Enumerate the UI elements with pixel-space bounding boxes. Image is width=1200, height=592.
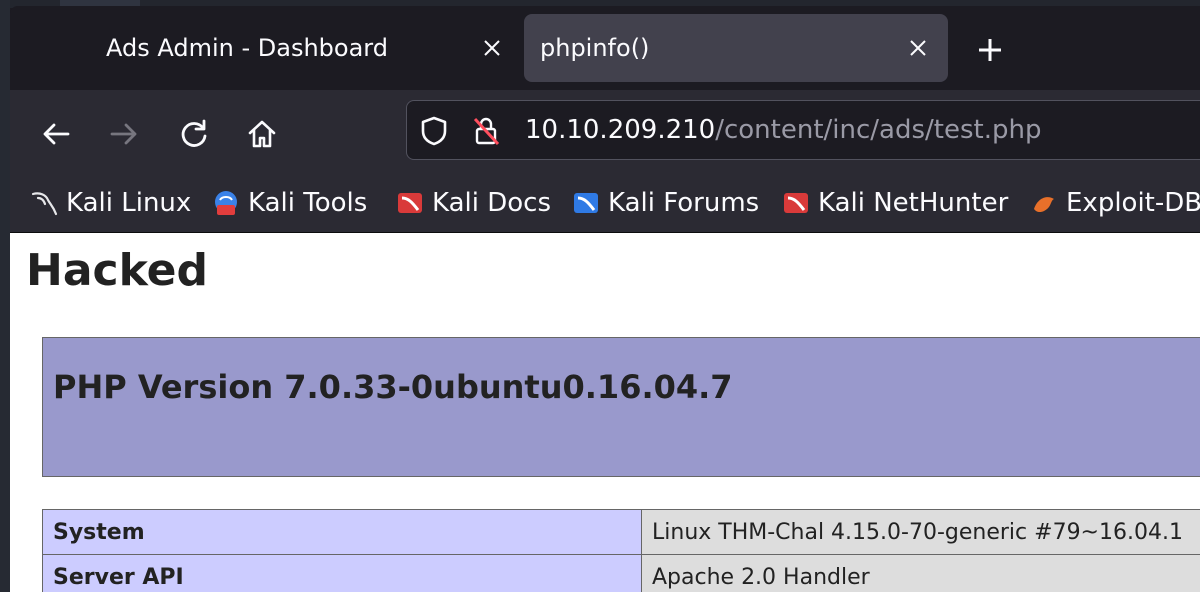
url-path: /content/inc/ads/test.php bbox=[715, 115, 1042, 145]
page-heading: Hacked bbox=[26, 245, 209, 296]
table-key-cell: System bbox=[42, 509, 642, 555]
arrow-left-icon bbox=[43, 123, 70, 145]
bookmark-kali-linux[interactable]: Kali Linux bbox=[30, 184, 191, 222]
desktop-edge bbox=[0, 0, 10, 592]
url-host: 10.10.209.210 bbox=[525, 115, 716, 145]
bookmarks-toolbar: Kali Linux Kali Tools Kali Docs Kali For… bbox=[10, 174, 1200, 233]
tab-phpinfo[interactable]: phpinfo() bbox=[524, 14, 948, 82]
bookmark-exploit-db[interactable]: Exploit-DB bbox=[1030, 184, 1200, 222]
navigation-toolbar: 10.10.209.210/content/inc/ads/test.php bbox=[10, 90, 1200, 174]
table-key-cell: Server API bbox=[42, 554, 642, 592]
bookmark-kali-forums[interactable]: Kali Forums bbox=[572, 184, 759, 222]
insecure-lock-icon[interactable] bbox=[471, 115, 501, 151]
browser-window: Ads Admin - Dashboard phpinfo() 10.10.20… bbox=[10, 6, 1200, 592]
arrow-right-icon bbox=[110, 123, 137, 145]
kali-nethunter-icon bbox=[782, 189, 810, 217]
url-text: 10.10.209.210/content/inc/ads/test.php bbox=[525, 115, 1041, 145]
bookmark-kali-docs[interactable]: Kali Docs bbox=[396, 184, 551, 222]
bookmark-kali-tools[interactable]: Kali Tools bbox=[212, 184, 367, 222]
back-button[interactable] bbox=[34, 112, 78, 156]
exploit-db-icon bbox=[1030, 189, 1058, 217]
reload-icon bbox=[181, 119, 207, 147]
table-row: Server API Apache 2.0 Handler bbox=[42, 554, 1200, 592]
tab-title: phpinfo() bbox=[540, 34, 650, 62]
php-version-header: PHP Version 7.0.33-0ubuntu0.16.04.7 bbox=[42, 337, 1200, 477]
table-value-cell: Apache 2.0 Handler bbox=[641, 554, 1200, 592]
bookmark-label: Exploit-DB bbox=[1066, 188, 1200, 218]
bookmark-label: Kali Tools bbox=[248, 188, 368, 218]
kali-dragon-icon bbox=[30, 189, 58, 217]
bookmark-kali-nethunter[interactable]: Kali NetHunter bbox=[782, 184, 1008, 222]
bookmark-label: Kali NetHunter bbox=[818, 188, 1009, 218]
bookmark-label: Kali Forums bbox=[608, 188, 760, 218]
tracking-protection-shield-icon[interactable] bbox=[419, 115, 449, 151]
home-button[interactable] bbox=[240, 112, 284, 156]
tab-title: Ads Admin - Dashboard bbox=[106, 34, 388, 62]
tab-close-icon[interactable] bbox=[474, 30, 510, 66]
kali-forums-icon bbox=[572, 189, 600, 217]
home-icon bbox=[248, 120, 276, 148]
new-tab-button[interactable] bbox=[970, 30, 1010, 70]
tab-close-icon[interactable] bbox=[900, 30, 936, 66]
forward-button[interactable] bbox=[102, 112, 146, 156]
php-version-title: PHP Version 7.0.33-0ubuntu0.16.04.7 bbox=[53, 368, 733, 406]
kali-docs-icon bbox=[396, 189, 424, 217]
tab-strip: Ads Admin - Dashboard phpinfo() bbox=[10, 6, 1200, 90]
page-content: Hacked PHP Version 7.0.33-0ubuntu0.16.04… bbox=[10, 233, 1200, 592]
tab-ads-admin[interactable]: Ads Admin - Dashboard bbox=[18, 14, 518, 82]
kali-tools-icon bbox=[212, 189, 240, 217]
bookmark-label: Kali Docs bbox=[432, 188, 552, 218]
table-value-cell: Linux THM-Chal 4.15.0-70-generic #79~16.… bbox=[641, 509, 1200, 555]
phpinfo-table: System Linux THM-Chal 4.15.0-70-generic … bbox=[42, 509, 1200, 592]
reload-button[interactable] bbox=[172, 112, 216, 156]
plus-icon bbox=[979, 39, 1001, 61]
url-bar[interactable]: 10.10.209.210/content/inc/ads/test.php bbox=[406, 100, 1200, 160]
bookmark-label: Kali Linux bbox=[66, 188, 192, 218]
table-row: System Linux THM-Chal 4.15.0-70-generic … bbox=[42, 509, 1200, 555]
